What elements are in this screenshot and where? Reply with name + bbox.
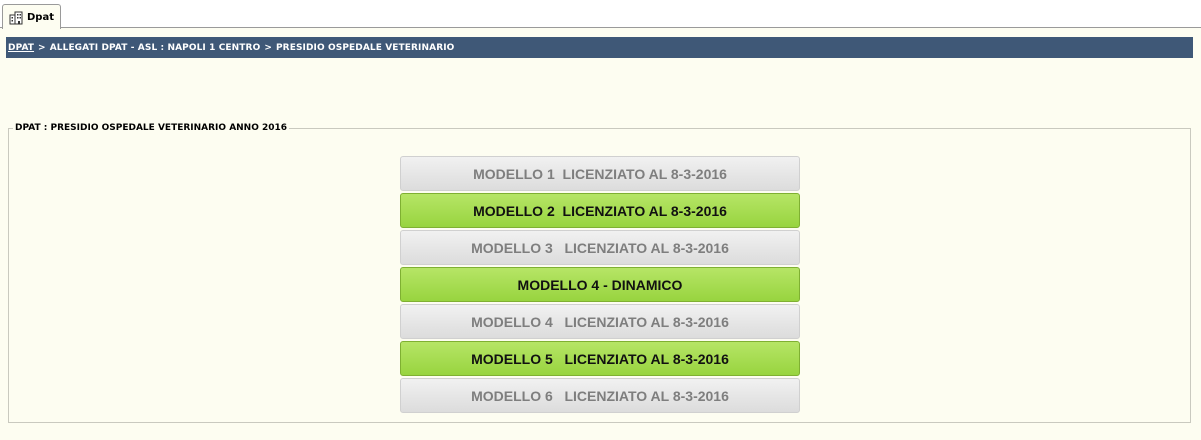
panel-legend: DPAT : PRESIDIO OSPEDALE VETERINARIO ANN… (15, 123, 288, 133)
modello-5-button[interactable]: MODELLO 5 LICENZIATO AL 8-3-2016 (400, 341, 800, 376)
breadcrumb-separator: > (38, 42, 46, 53)
tab-dpat[interactable]: Dpat (2, 4, 61, 29)
modello-button-list: MODELLO 1 LICENZIATO AL 8-3-2016 MODELLO… (400, 156, 800, 415)
building-icon (9, 10, 24, 25)
breadcrumb: DPAT > ALLEGATI DPAT - ASL : NAPOLI 1 CE… (6, 37, 1193, 58)
tab-bar: Dpat (0, 0, 1201, 29)
modello-4-dinamico-button[interactable]: MODELLO 4 - DINAMICO (400, 267, 800, 302)
modello-2-button[interactable]: MODELLO 2 LICENZIATO AL 8-3-2016 (400, 193, 800, 228)
breadcrumb-separator: > (264, 42, 272, 53)
breadcrumb-item-presidio: PRESIDIO OSPEDALE VETERINARIO (275, 42, 455, 53)
modello-4-button[interactable]: MODELLO 4 LICENZIATO AL 8-3-2016 (400, 304, 800, 339)
breadcrumb-link-dpat[interactable]: DPAT (8, 43, 34, 53)
modello-1-button[interactable]: MODELLO 1 LICENZIATO AL 8-3-2016 (400, 156, 800, 191)
breadcrumb-item-asl: ALLEGATI DPAT - ASL : NAPOLI 1 CENTRO (49, 42, 261, 53)
tab-label: Dpat (27, 11, 54, 23)
modello-3-button[interactable]: MODELLO 3 LICENZIATO AL 8-3-2016 (400, 230, 800, 265)
modello-6-button[interactable]: MODELLO 6 LICENZIATO AL 8-3-2016 (400, 378, 800, 413)
